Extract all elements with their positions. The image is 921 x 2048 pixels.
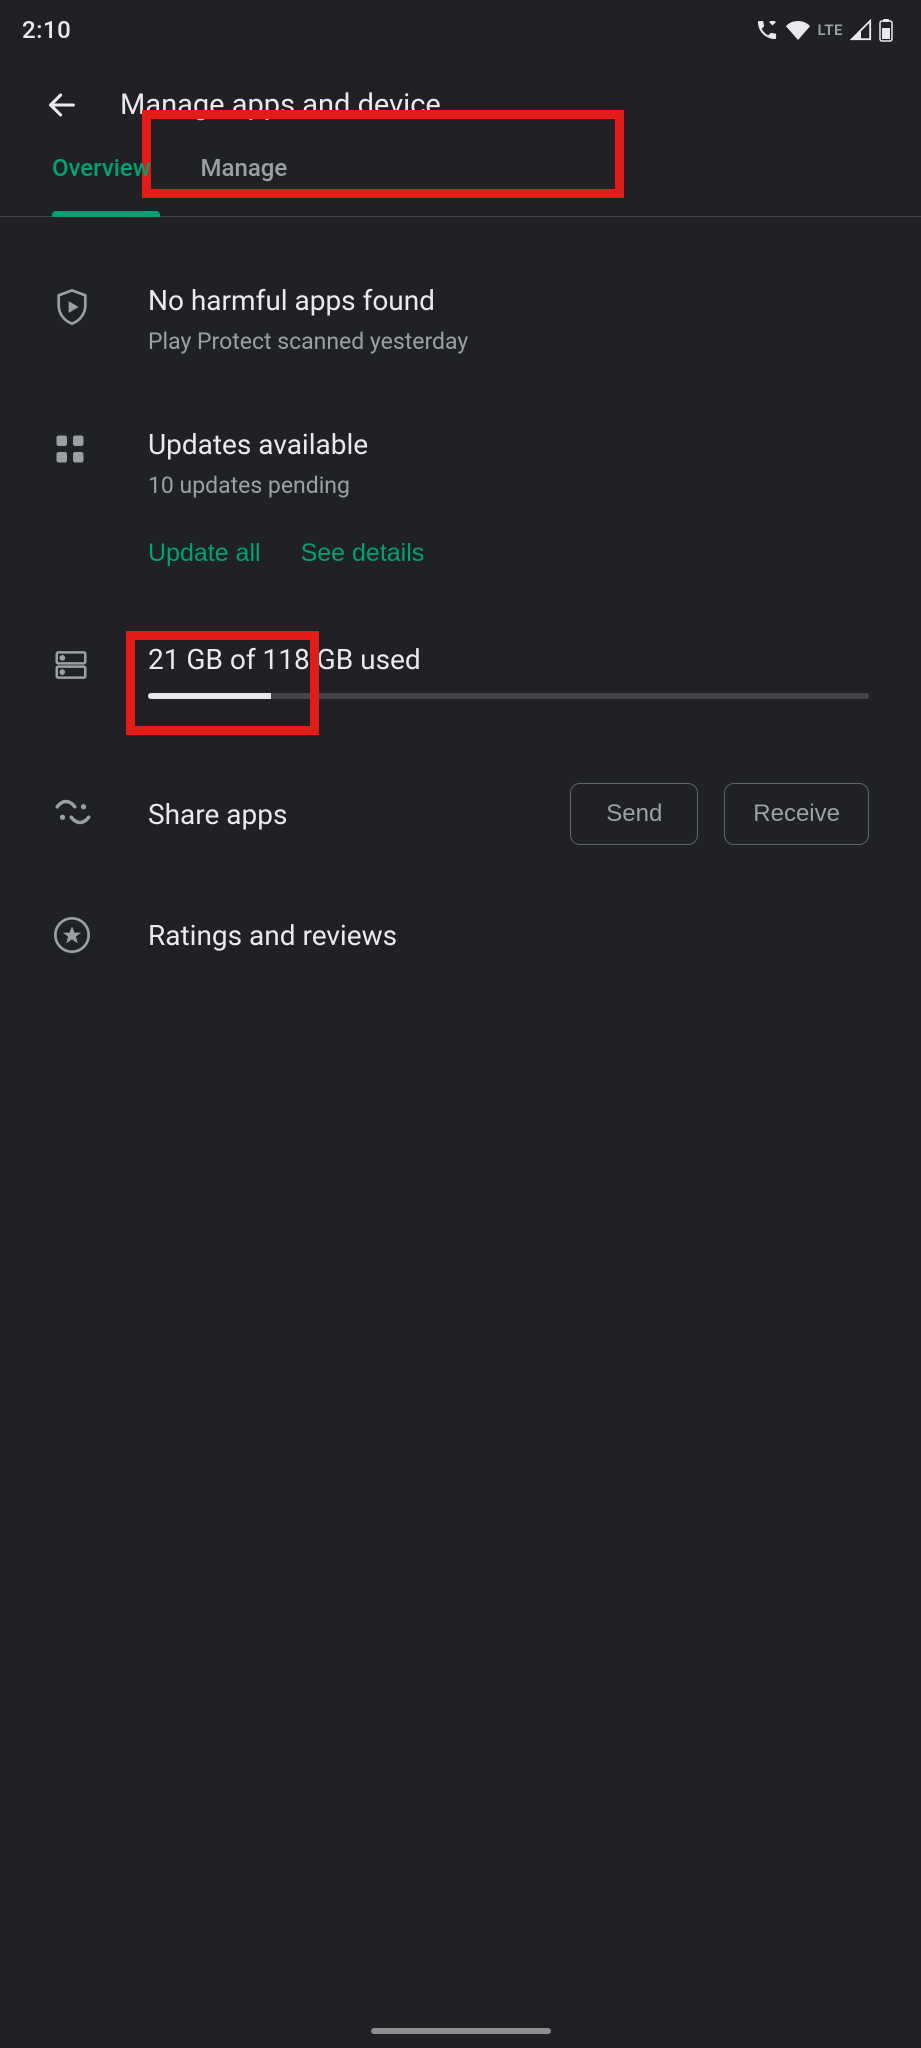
content: No harmful apps found Play Protect scann… (0, 217, 921, 955)
see-details-button[interactable]: See details (301, 539, 425, 568)
storage-progress-fill (148, 693, 271, 699)
storage-icon (52, 646, 100, 684)
ratings-row[interactable]: Ratings and reviews (52, 845, 869, 955)
storage-text: 21 GB of 118 GB used (148, 642, 869, 677)
updates-row[interactable]: Updates available 10 updates pending Upd… (52, 355, 869, 568)
status-time: 2:10 (22, 16, 71, 44)
share-apps-label: Share apps (148, 798, 570, 831)
tab-indicator (52, 211, 160, 217)
lte-label: LTE (817, 21, 843, 39)
tab-overview[interactable]: Overview (52, 150, 151, 182)
status-bar: 2:10 LTE (0, 0, 921, 60)
page-title: Manage apps and device (120, 88, 441, 122)
shield-icon (52, 287, 100, 327)
apps-grid-icon (52, 431, 100, 467)
storage-row[interactable]: 21 GB of 118 GB used (52, 568, 869, 699)
share-apps-row: Share apps Send Receive (52, 699, 869, 845)
signal-icon (850, 19, 872, 41)
wifi-icon (786, 18, 810, 42)
updates-title: Updates available (148, 427, 869, 462)
updates-subtitle: 10 updates pending (148, 472, 869, 499)
tab-manage[interactable]: Manage (201, 150, 288, 182)
status-icons: LTE (755, 18, 893, 42)
wifi-calling-icon (755, 18, 779, 42)
play-protect-row[interactable]: No harmful apps found Play Protect scann… (52, 217, 869, 355)
app-bar: Manage apps and device (0, 60, 921, 150)
nearby-share-icon (52, 791, 100, 837)
update-all-button[interactable]: Update all (148, 539, 261, 568)
ratings-label: Ratings and reviews (148, 918, 397, 953)
play-protect-subtitle: Play Protect scanned yesterday (148, 328, 869, 355)
star-circle-icon (52, 915, 100, 955)
send-button[interactable]: Send (570, 783, 698, 845)
battery-icon (879, 18, 893, 42)
tab-bar: Overview Manage (0, 150, 921, 217)
receive-button[interactable]: Receive (724, 783, 869, 845)
gesture-nav-handle[interactable] (371, 2028, 551, 2034)
storage-progress (148, 693, 869, 699)
play-protect-title: No harmful apps found (148, 283, 869, 318)
back-button[interactable] (42, 85, 82, 125)
